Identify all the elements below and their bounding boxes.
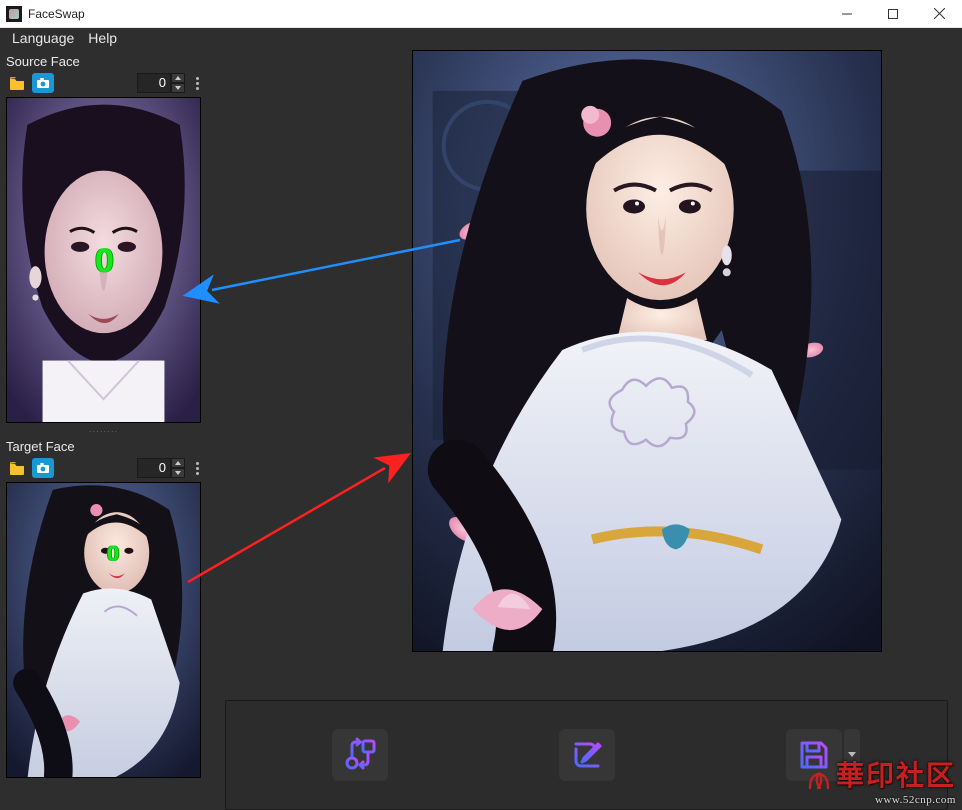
target-open-folder-button[interactable] <box>6 458 28 478</box>
menu-help[interactable]: Help <box>88 30 117 50</box>
menu-language[interactable]: Language <box>12 30 74 50</box>
source-index-down[interactable] <box>171 83 185 93</box>
source-face-marker: 0 <box>95 242 114 281</box>
result-preview[interactable] <box>412 50 882 652</box>
source-more-button[interactable] <box>193 77 201 90</box>
right-pane <box>207 50 962 810</box>
target-face-marker: 0 <box>107 541 119 567</box>
window-maximize-button[interactable] <box>870 0 916 27</box>
target-index-value[interactable]: 0 <box>137 458 171 478</box>
watermark-url: www.52cnp.com <box>806 794 956 806</box>
target-index-up[interactable] <box>171 458 185 468</box>
menu-bar: Language Help <box>0 28 962 50</box>
source-toolbar: 0 <box>0 73 207 97</box>
window-close-button[interactable] <box>916 0 962 27</box>
target-index-down[interactable] <box>171 468 185 478</box>
window-title: FaceSwap <box>28 7 824 21</box>
app-icon <box>6 6 22 22</box>
target-face-label: Target Face <box>0 435 207 458</box>
source-index-value[interactable]: 0 <box>137 73 171 93</box>
source-open-folder-button[interactable] <box>6 73 28 93</box>
watermark-logo-icon <box>806 768 832 794</box>
panel-divider[interactable]: ········ <box>0 427 207 435</box>
source-face-label: Source Face <box>0 50 207 73</box>
window-minimize-button[interactable] <box>824 0 870 27</box>
watermark-brand: 華印社区 <box>836 754 956 794</box>
target-index-spinner[interactable]: 0 <box>137 458 185 478</box>
app-body: Language Help Source Face 0 <box>0 28 962 810</box>
watermark: 華印社区 www.52cnp.com <box>806 754 956 806</box>
target-more-button[interactable] <box>193 462 201 475</box>
edit-button[interactable] <box>559 729 615 781</box>
source-camera-button[interactable] <box>32 73 54 93</box>
source-index-up[interactable] <box>171 73 185 83</box>
window-titlebar: FaceSwap <box>0 0 962 28</box>
source-face-thumbnail[interactable]: 0 <box>6 97 201 423</box>
target-camera-button[interactable] <box>32 458 54 478</box>
target-face-thumbnail[interactable]: 0 <box>6 482 201 778</box>
sidebar: Source Face 0 <box>0 50 207 810</box>
source-index-spinner[interactable]: 0 <box>137 73 185 93</box>
target-toolbar: 0 <box>0 458 207 482</box>
swap-button[interactable] <box>332 729 388 781</box>
